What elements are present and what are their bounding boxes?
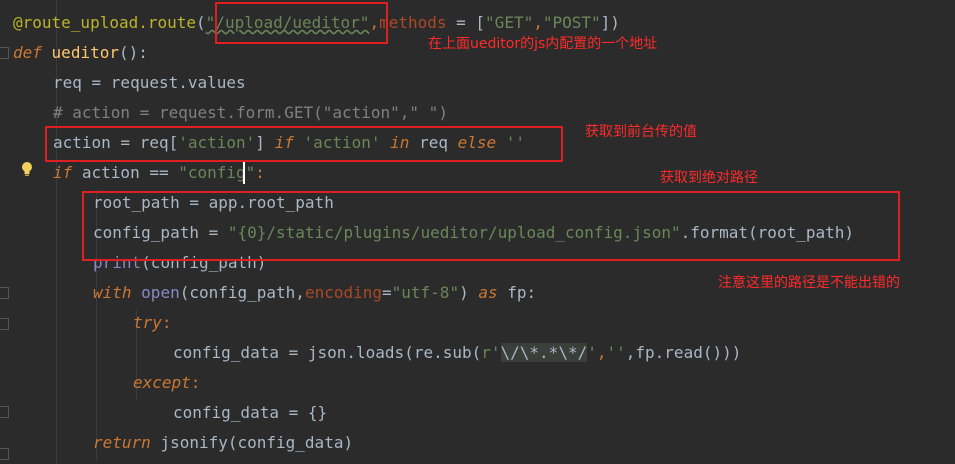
code-token: ():: [118, 43, 148, 62]
function-name-token: ueditor: [51, 43, 119, 62]
code-line-14: config_data = {}: [173, 398, 327, 428]
code-token: ,: [533, 13, 543, 32]
code-token: config_data = json.loads(re.sub(: [173, 343, 482, 362]
highlight-box-upload-path: [215, 2, 388, 44]
keyword-token: try: [133, 313, 162, 332]
code-editor[interactable]: @route_upload.route("/upload/ueditor",me…: [0, 0, 955, 464]
keyword-token: except: [133, 373, 191, 392]
code-token: :: [161, 313, 172, 332]
keyword-token: with: [93, 283, 132, 302]
string-token: "GET": [485, 13, 534, 32]
annotation-note-absolute-path: 获取到绝对路径: [660, 170, 758, 186]
fold-marker-icon[interactable]: [0, 287, 9, 299]
annotation-note-upload-url: 在上面ueditor的js内配置的一个地址: [428, 36, 658, 52]
param-token: methods: [379, 13, 447, 32]
comment-token: # action = request.form.GET("action"," "…: [53, 103, 448, 122]
code-token: req = request.values: [53, 73, 246, 92]
builtin-token: open: [141, 283, 180, 302]
string-token: r': [481, 343, 501, 362]
code-token: (: [196, 13, 206, 32]
keyword-token: def: [13, 43, 42, 62]
code-token: ,fp.read())): [625, 343, 742, 362]
fold-marker-icon[interactable]: [0, 406, 9, 418]
annotation-note-path-warning: 注意这里的路径是不能出错的: [718, 275, 900, 291]
string-token: "POST": [542, 13, 601, 32]
param-token: encoding: [304, 283, 382, 302]
keyword-token: as: [478, 283, 498, 302]
code-token: jsonify(config_data): [150, 433, 354, 452]
code-token: config_data = {}: [173, 403, 328, 422]
code-token: = [: [446, 13, 486, 32]
code-line-11: try:: [133, 308, 172, 338]
code-token: action ==: [72, 163, 179, 182]
code-token: fp:: [497, 283, 537, 302]
lightbulb-icon[interactable]: [20, 161, 34, 177]
code-line-10: with open(config_path,encoding="utf-8") …: [93, 278, 536, 308]
keyword-token: return: [93, 433, 151, 452]
code-token: ,: [596, 343, 607, 362]
code-line-13: except:: [133, 368, 200, 398]
code-token: =: [382, 283, 392, 302]
code-token: :: [190, 373, 201, 392]
code-token: ]): [600, 13, 620, 32]
annotation-note-frontend-value: 获取到前台传的值: [585, 124, 697, 140]
code-line-12: config_data = json.loads(re.sub(r'\/\*.*…: [173, 338, 741, 368]
fold-marker-icon[interactable]: [0, 448, 9, 460]
fold-marker-icon[interactable]: [0, 318, 9, 330]
code-token: (config_path,: [179, 283, 305, 302]
string-token: ': [587, 343, 597, 362]
string-token: '': [606, 343, 626, 362]
fold-marker-icon[interactable]: [0, 47, 9, 59]
code-line-4: # action = request.form.GET("action"," "…: [53, 98, 448, 128]
decorator-token: @route_upload.route: [13, 13, 197, 32]
highlight-box-action-line: [45, 126, 563, 162]
code-line-3: req = request.values: [53, 68, 246, 98]
string-token: "utf-8": [391, 283, 460, 302]
code-token: :: [255, 163, 265, 182]
code-line-6: if action == "config":: [53, 158, 265, 188]
keyword-token: if: [53, 163, 73, 182]
code-line-2: def ueditor():: [13, 38, 148, 68]
highlight-box-path-lines: [82, 191, 900, 261]
text-caret: [243, 162, 245, 184]
code-token: ): [459, 283, 479, 302]
regex-token: \/\*.*\*/: [500, 343, 588, 362]
code-line-15: return jsonify(config_data): [93, 428, 353, 458]
